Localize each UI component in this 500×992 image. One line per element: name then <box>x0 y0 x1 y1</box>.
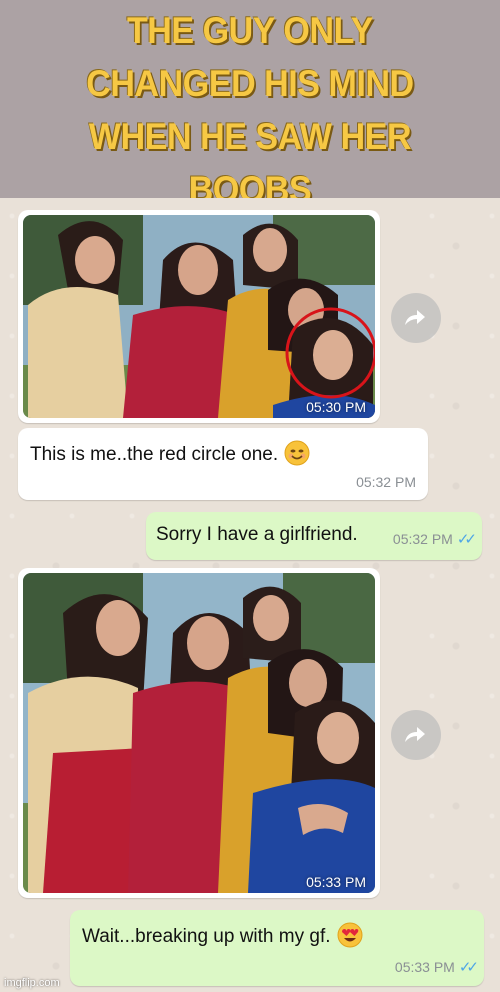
forward-icon <box>405 310 425 325</box>
group-photo[interactable] <box>23 215 375 418</box>
watermark: imgflip.com <box>4 977 60 989</box>
smiling-face-icon <box>284 440 310 466</box>
forward-button[interactable] <box>391 293 441 343</box>
read-receipt-icon: ✓✓ <box>458 959 479 976</box>
read-receipt-icon: ✓✓ <box>456 531 477 548</box>
message-time: 05:32 PM ✓✓ <box>392 531 477 548</box>
photo-message[interactable]: 05:33 PM <box>18 568 380 898</box>
forward-button[interactable] <box>391 710 441 760</box>
caption-bar: THE GUY ONLY CHANGED HIS MIND WHEN HE SA… <box>0 0 500 210</box>
message-time: 05:30 PM <box>306 399 366 415</box>
caption-line: CHANGED HIS MIND <box>86 63 414 104</box>
heart-eyes-icon <box>337 922 363 948</box>
message-time: 05:33 PM <box>306 874 366 890</box>
meme-caption: THE GUY ONLY CHANGED HIS MIND WHEN HE SA… <box>29 4 471 216</box>
forward-icon <box>405 727 425 742</box>
message-text: Sorry I have a girlfriend. <box>156 524 358 545</box>
chat-area[interactable]: 05:30 PM This is me..the red circle one.… <box>0 198 500 992</box>
photo-message[interactable]: 05:30 PM <box>18 210 380 423</box>
group-photo[interactable] <box>23 573 375 893</box>
text-message[interactable]: Sorry I have a girlfriend. 05:32 PM ✓✓ <box>146 512 482 560</box>
text-message[interactable]: Wait...breaking up with my gf. 05:33 PM ✓… <box>70 910 484 986</box>
message-time: 05:33 PM ✓✓ <box>394 959 479 976</box>
message-time: 05:32 PM <box>356 474 416 490</box>
text-message[interactable]: This is me..the red circle one. 05:32 PM <box>18 428 428 500</box>
caption-line: THE GUY ONLY <box>126 10 374 51</box>
message-text: Wait...breaking up with my gf. <box>82 922 363 948</box>
message-text: This is me..the red circle one. <box>30 440 310 466</box>
